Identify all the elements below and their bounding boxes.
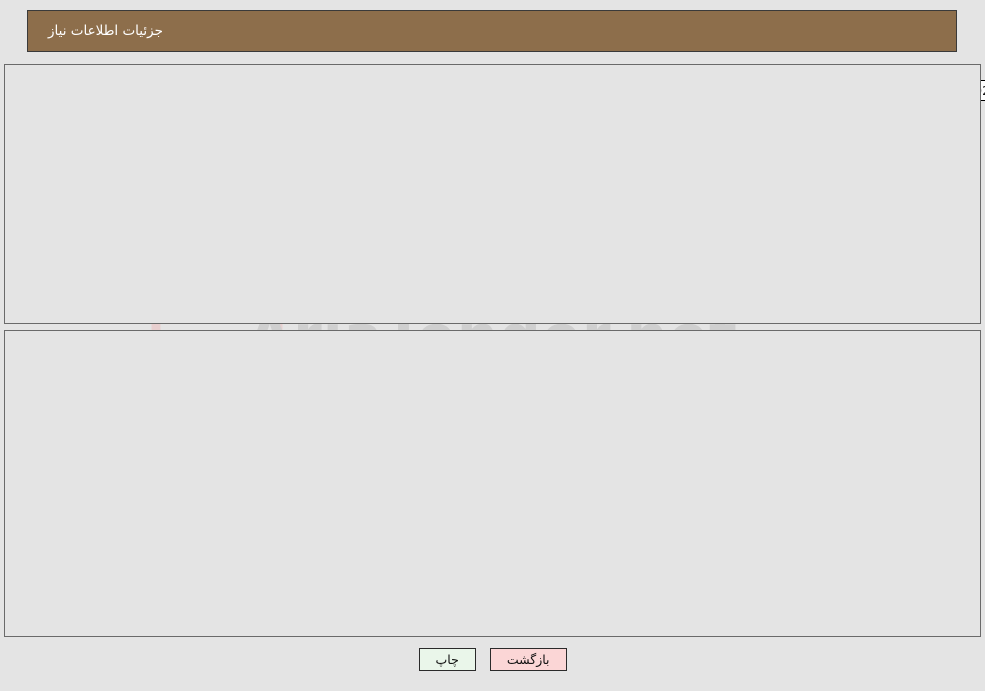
back-button[interactable]: بازگشت	[489, 648, 567, 671]
need-info-panel	[4, 64, 981, 324]
details-panel	[4, 330, 981, 637]
page-header: جزئیات اطلاعات نیاز	[27, 10, 957, 52]
action-button-bar: بازگشت چاپ	[0, 648, 985, 671]
page-root: AriaTender.net جزئیات اطلاعات نیاز شماره…	[0, 0, 985, 691]
print-button[interactable]: چاپ	[418, 648, 476, 671]
page-title: جزئیات اطلاعات نیاز	[48, 23, 163, 39]
